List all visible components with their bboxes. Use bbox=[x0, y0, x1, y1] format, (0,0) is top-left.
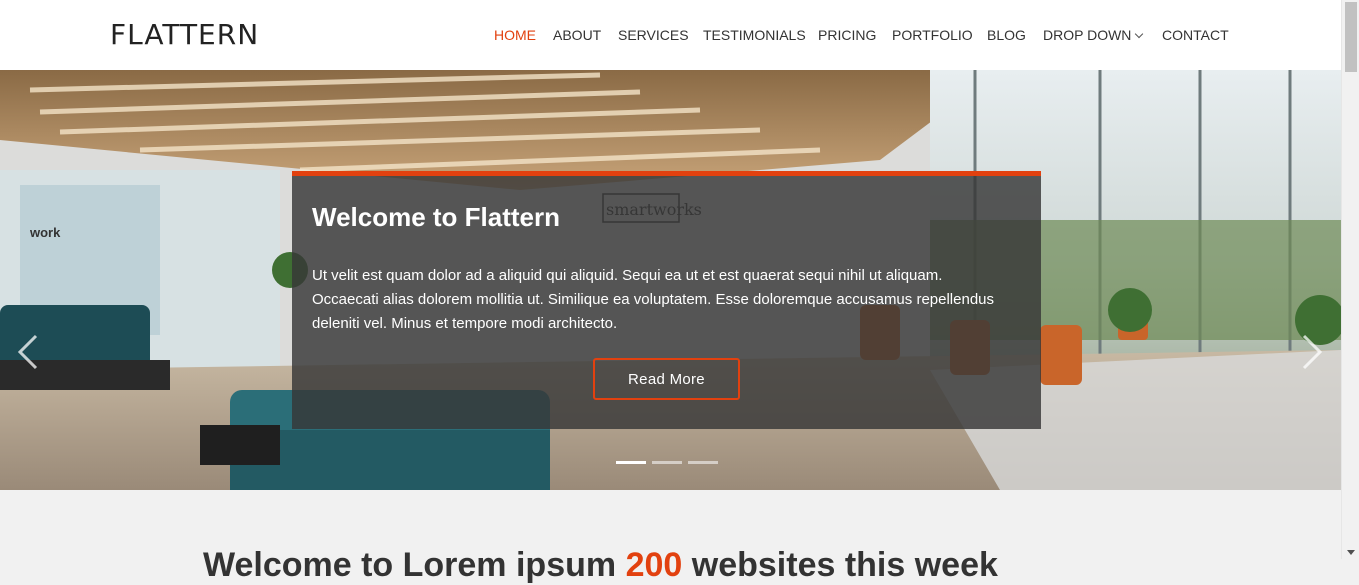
nav-home[interactable]: HOME bbox=[494, 27, 536, 43]
carousel-indicator-2[interactable] bbox=[652, 461, 682, 464]
hero-carousel: work smartworks Welcome bbox=[0, 70, 1341, 490]
chevron-left-icon bbox=[17, 334, 38, 370]
nav-services[interactable]: SERVICES bbox=[618, 27, 689, 43]
nav-pricing[interactable]: PRICING bbox=[818, 27, 876, 43]
hero-text: Ut velit est quam dolor ad a aliquid qui… bbox=[312, 267, 995, 332]
section-title: Welcome to Lorem ipsum 200 websites this… bbox=[203, 546, 998, 585]
nav-blog[interactable]: BLOG bbox=[987, 27, 1026, 43]
read-more-button[interactable]: Read More bbox=[593, 358, 740, 400]
nav-portfolio[interactable]: PORTFOLIO bbox=[892, 27, 973, 43]
nav-contact[interactable]: CONTACT bbox=[1162, 27, 1229, 43]
nav-dropdown[interactable]: DROP DOWN bbox=[1043, 27, 1144, 43]
carousel-indicators bbox=[616, 461, 718, 464]
chevron-right-icon bbox=[1302, 334, 1323, 370]
section-title-end: websites this week bbox=[691, 546, 998, 584]
carousel-next-arrow[interactable] bbox=[1292, 332, 1332, 372]
section-title-highlight: 200 bbox=[625, 546, 683, 584]
scrollbar-thumb[interactable] bbox=[1345, 2, 1357, 72]
chevron-down-icon bbox=[1135, 29, 1144, 39]
hero-title: Welcome to Flattern bbox=[312, 202, 561, 232]
carousel-prev-arrow[interactable] bbox=[8, 332, 48, 372]
nav-testimonials[interactable]: TESTIMONIALS bbox=[703, 27, 806, 43]
scroll-down-arrow-icon[interactable] bbox=[1347, 550, 1355, 555]
section-title-start: Welcome to Lorem ipsum bbox=[203, 546, 617, 584]
nav-dropdown-label: DROP DOWN bbox=[1043, 27, 1132, 43]
wall-text: work bbox=[29, 225, 61, 240]
hero-caption-box: Welcome to Flattern Ut velit est quam do… bbox=[292, 171, 1041, 429]
page-scrollbar[interactable] bbox=[1341, 0, 1359, 559]
site-logo[interactable]: FLATTERN bbox=[110, 18, 259, 51]
nav-about[interactable]: ABOUT bbox=[553, 27, 601, 43]
carousel-indicator-1[interactable] bbox=[616, 461, 646, 464]
carousel-indicator-3[interactable] bbox=[688, 461, 718, 464]
site-header: FLATTERN HOME ABOUT SERVICES TESTIMONIAL… bbox=[0, 0, 1341, 70]
